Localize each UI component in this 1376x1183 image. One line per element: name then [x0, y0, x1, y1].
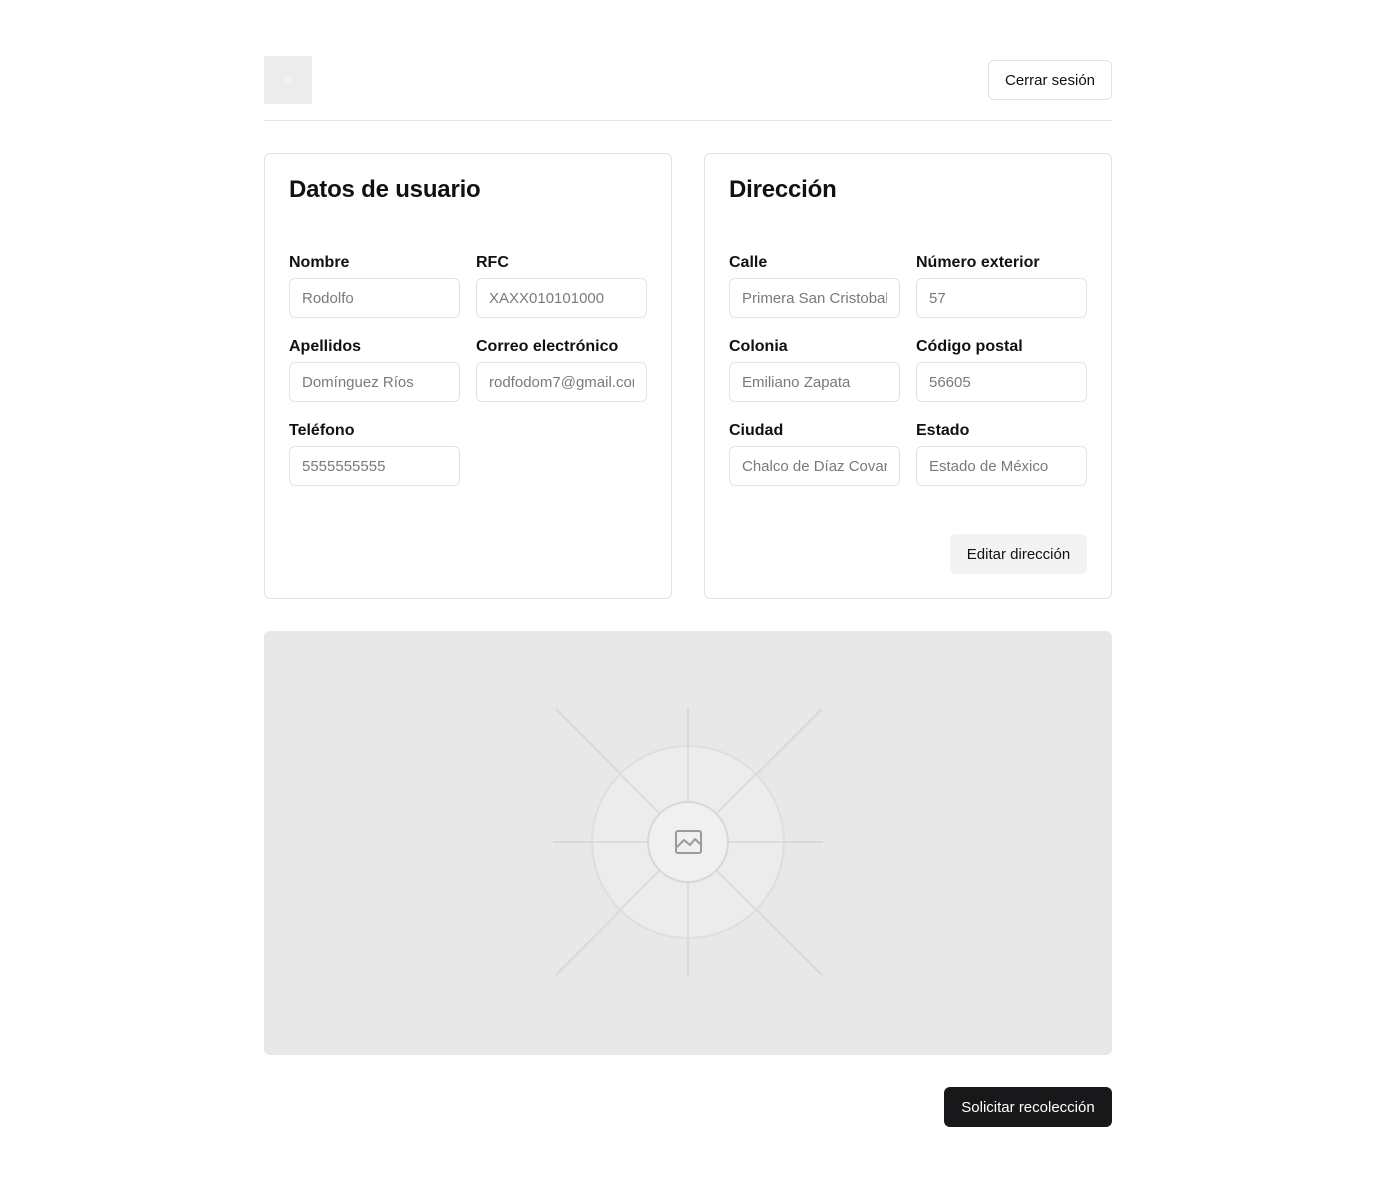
last-name-label: Apellidos — [289, 338, 362, 355]
email-field: Correo electrónico — [476, 338, 647, 402]
street-field: Calle — [729, 254, 900, 318]
state-label: Estado — [916, 422, 970, 439]
last-name-field: Apellidos — [289, 338, 460, 402]
map-placeholder-graphic — [553, 707, 823, 977]
email-label: Correo electrónico — [476, 338, 619, 355]
address-card: Dirección Calle Número exterior Colonia … — [704, 153, 1112, 599]
logo — [264, 56, 312, 104]
postal-code-input[interactable] — [916, 362, 1087, 402]
edit-address-button[interactable]: Editar dirección — [950, 534, 1087, 574]
logo-placeholder-icon — [284, 76, 292, 84]
first-name-field: Nombre — [289, 254, 460, 318]
exterior-number-input[interactable] — [916, 278, 1087, 318]
header: Cerrar sesión — [264, 56, 1112, 121]
email-input[interactable] — [476, 362, 647, 402]
rfc-label: RFC — [476, 254, 509, 271]
city-label: Ciudad — [729, 422, 784, 439]
postal-code-label: Código postal — [916, 338, 1023, 355]
user-data-card: Datos de usuario Nombre RFC Apellidos Co… — [264, 153, 672, 599]
neighborhood-input[interactable] — [729, 362, 900, 402]
phone-field: Teléfono — [289, 422, 460, 486]
user-data-title: Datos de usuario — [289, 176, 481, 203]
logout-button[interactable]: Cerrar sesión — [988, 60, 1112, 100]
request-pickup-button[interactable]: Solicitar recolección — [944, 1087, 1112, 1127]
first-name-input[interactable] — [289, 278, 460, 318]
rfc-field: RFC — [476, 254, 647, 318]
last-name-input[interactable] — [289, 362, 460, 402]
state-input[interactable] — [916, 446, 1087, 486]
phone-input[interactable] — [289, 446, 460, 486]
phone-label: Teléfono — [289, 422, 355, 439]
neighborhood-label: Colonia — [729, 338, 788, 355]
state-field: Estado — [916, 422, 1087, 486]
exterior-number-field: Número exterior — [916, 254, 1087, 318]
city-input[interactable] — [729, 446, 900, 486]
first-name-label: Nombre — [289, 254, 350, 271]
street-label: Calle — [729, 254, 768, 271]
city-field: Ciudad — [729, 422, 900, 486]
street-input[interactable] — [729, 278, 900, 318]
address-title: Dirección — [729, 176, 837, 203]
rfc-input[interactable] — [476, 278, 647, 318]
neighborhood-field: Colonia — [729, 338, 900, 402]
exterior-number-label: Número exterior — [916, 254, 1040, 271]
map-placeholder — [264, 631, 1112, 1055]
postal-code-field: Código postal — [916, 338, 1087, 402]
